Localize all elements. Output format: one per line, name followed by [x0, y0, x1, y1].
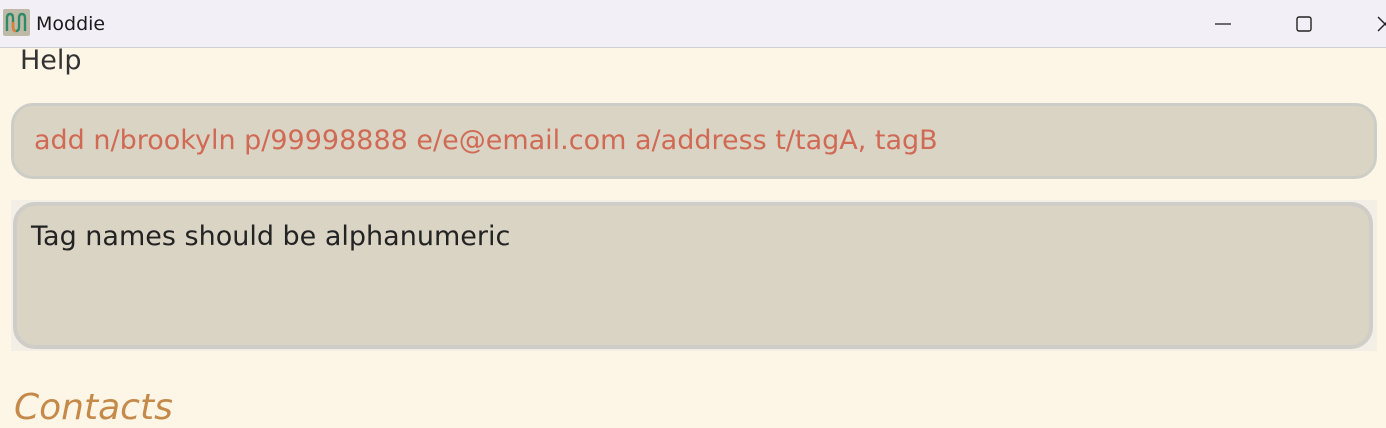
close-icon	[1377, 16, 1386, 32]
maximize-button[interactable]	[1273, 0, 1333, 48]
maximize-icon	[1296, 16, 1312, 32]
moddie-logo-icon	[3, 9, 30, 36]
window-title: Moddie	[36, 13, 106, 35]
result-display[interactable]: Tag names should be alphanumeric	[13, 202, 1373, 349]
minimize-icon	[1215, 23, 1231, 25]
help-menu[interactable]: Help	[20, 44, 82, 78]
command-input-value[interactable]: add n/brookyln p/99998888 e/e@email.com …	[34, 124, 938, 158]
contacts-section-heading: Contacts	[14, 387, 173, 428]
close-button[interactable]	[1353, 0, 1386, 48]
minimize-button[interactable]	[1193, 0, 1253, 48]
result-message: Tag names should be alphanumeric	[31, 221, 511, 252]
command-input[interactable]: add n/brookyln p/99998888 e/e@email.com …	[11, 103, 1377, 179]
title-bar: Moddie	[0, 0, 1386, 48]
result-display-panel: Tag names should be alphanumeric	[11, 200, 1377, 351]
